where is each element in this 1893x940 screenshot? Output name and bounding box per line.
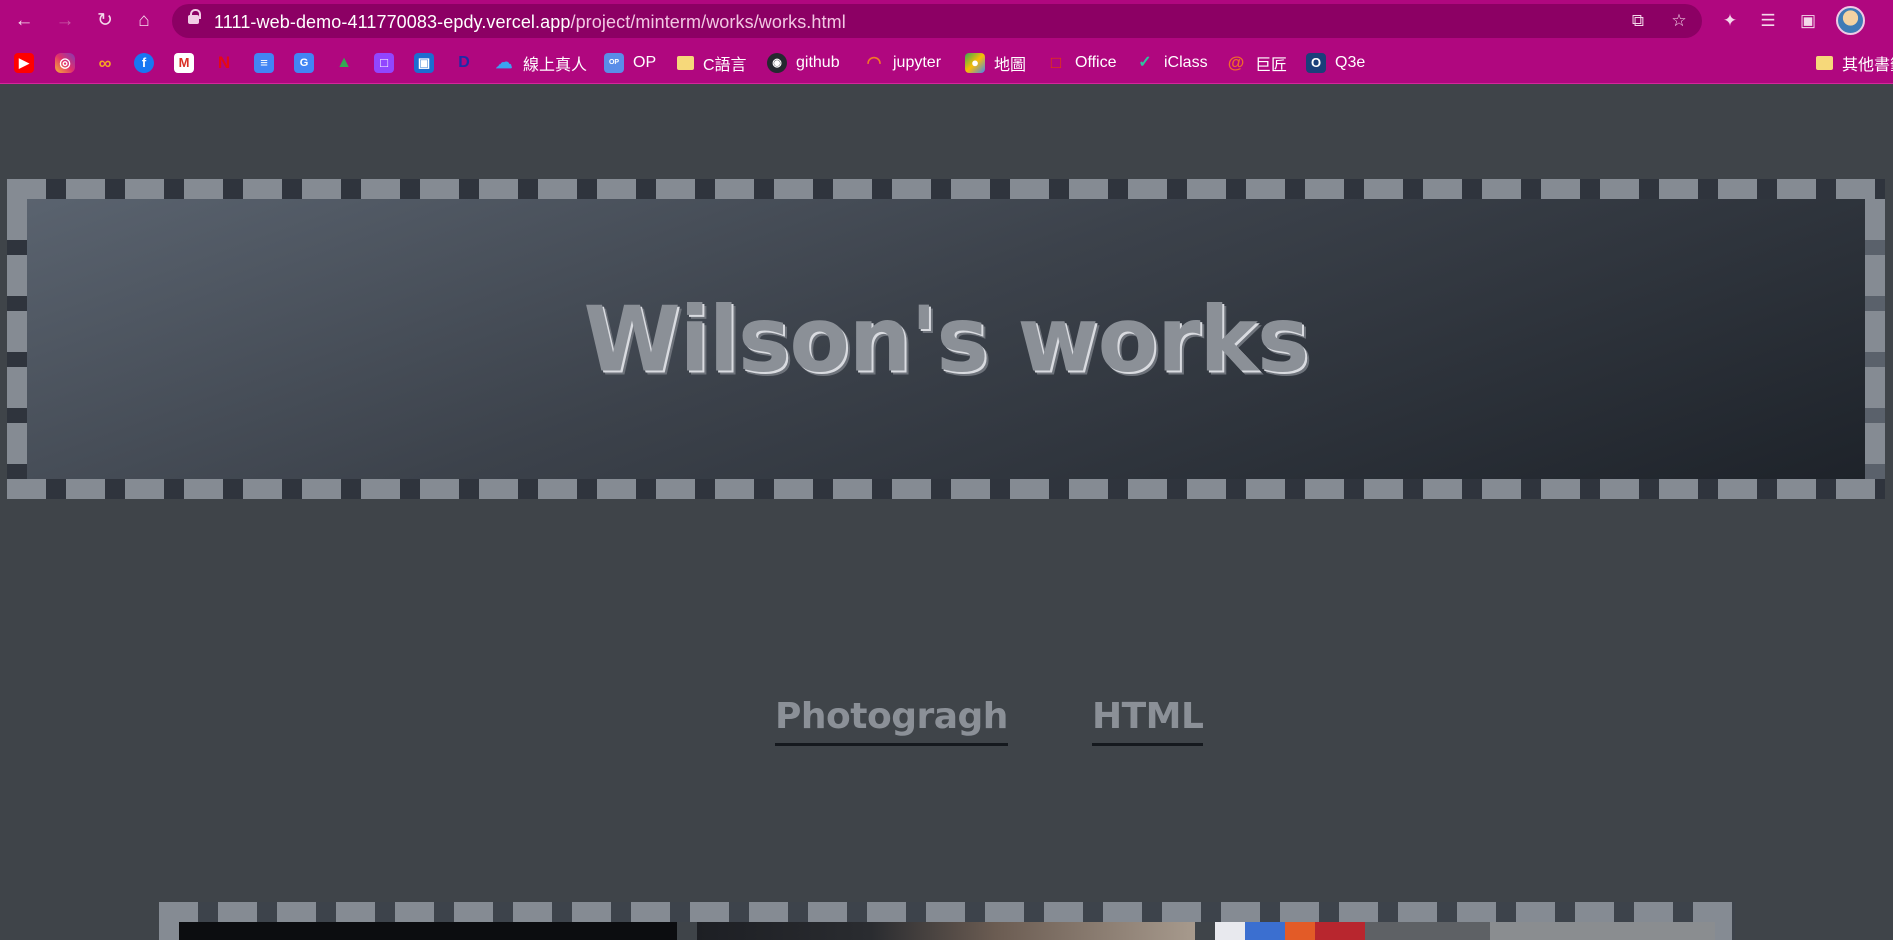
bookmark-label: Q3e [1335, 54, 1366, 71]
lock-icon [188, 9, 201, 24]
url-host: 1111-web-demo-411770083-epdy.vercel.app [214, 12, 571, 32]
page-title: Wilson's works [583, 286, 1310, 392]
bookmark-infinity[interactable]: ∞ [95, 51, 115, 75]
frame-border [7, 199, 27, 479]
frame-border [1865, 199, 1885, 479]
iclass-icon: ✓ [1138, 54, 1152, 71]
gmail-icon: M [174, 53, 194, 73]
bookmark-c-folder[interactable]: C語言 [677, 51, 747, 75]
browser-toolbar: ← → ↻ ⌂ 1111-web-demo-411770083-epdy.ver… [0, 0, 1893, 42]
app-icon: ▣ [414, 53, 434, 73]
bookmark-gmail[interactable]: M [174, 51, 194, 75]
bookmark-spiral[interactable]: @ 巨匠 [1226, 51, 1287, 75]
bookmark-maps[interactable]: ● 地圖 [965, 51, 1026, 75]
bookmark-drive[interactable]: ▲ [334, 51, 354, 75]
bookmark-q3e[interactable]: O Q3e [1306, 51, 1365, 75]
spiral-icon: @ [1227, 53, 1245, 72]
youtube-icon: ▶ [14, 53, 34, 73]
bookmark-label: 巨匠 [1255, 57, 1288, 74]
gallery-photo[interactable] [179, 922, 677, 940]
bookmark-docs[interactable]: ≡ [254, 51, 274, 75]
forward-icon[interactable]: → [52, 8, 78, 34]
netflix-icon: N [217, 53, 231, 72]
media-queue-icon[interactable]: ☰ [1756, 9, 1780, 33]
side-panel-icon[interactable]: ▣ [1796, 9, 1820, 33]
bookmark-label: github [796, 54, 840, 71]
bookmarks-bar: ▶ ◎ ∞ f M N ≡ G ▲ □ ▣ D ☁ 線上真人 OP OP C語言 ◉… [0, 42, 1893, 84]
bookmark-label: 其他書籤 [1842, 57, 1893, 74]
bookmark-github[interactable]: ◉ github [767, 51, 840, 75]
bookmark-jupyter[interactable]: ◠ jupyter [864, 51, 941, 75]
bookmark-label: jupyter [893, 54, 942, 71]
op-icon: OP [604, 53, 624, 73]
nav-link-photograph[interactable]: Photogragh [775, 696, 1008, 746]
nav-link-html[interactable]: HTML [1092, 696, 1204, 746]
address-bar[interactable]: 1111-web-demo-411770083-epdy.vercel.app/… [172, 4, 1702, 38]
gallery-grid [179, 922, 1715, 940]
folder-icon [1816, 56, 1833, 70]
reload-icon[interactable]: ↻ [92, 8, 118, 34]
header-frame: Wilson's works [7, 179, 1885, 499]
github-icon: ◉ [767, 53, 787, 73]
cloud-icon: ☁ [495, 53, 513, 72]
share-icon[interactable]: ⧉ [1627, 10, 1649, 32]
star-icon[interactable]: ☆ [1668, 10, 1690, 32]
bookmark-instagram[interactable]: ◎ [55, 51, 75, 75]
disney-icon: D [458, 54, 470, 71]
extensions-icon[interactable]: ✦ [1718, 9, 1742, 33]
bookmark-iclass[interactable]: ✓ iClass [1135, 51, 1208, 75]
bookmark-app[interactable]: ▣ [414, 51, 434, 75]
frame-border [7, 479, 1885, 499]
header-banner: Wilson's works [27, 199, 1865, 479]
bookmark-label: iClass [1164, 54, 1208, 71]
q3e-icon: O [1306, 53, 1326, 73]
bookmark-label: OP [633, 54, 657, 71]
twitch-icon: □ [374, 53, 394, 73]
gallery-frame [159, 902, 1735, 940]
home-icon[interactable]: ⌂ [131, 8, 157, 34]
folder-icon [677, 56, 694, 70]
bookmark-label: C語言 [703, 57, 747, 74]
bookmark-translate[interactable]: G [294, 51, 314, 75]
google-drive-icon: ▲ [336, 54, 352, 71]
maps-icon: ● [965, 53, 985, 73]
google-docs-icon: ≡ [254, 53, 274, 73]
bookmark-netflix[interactable]: N [214, 51, 234, 75]
browser-chrome: ← → ↻ ⌂ 1111-web-demo-411770083-epdy.ver… [0, 0, 1893, 84]
bookmark-youtube[interactable]: ▶ [14, 51, 34, 75]
bookmark-disney[interactable]: D [454, 51, 474, 75]
bookmark-twitch[interactable]: □ [374, 51, 394, 75]
bookmark-office[interactable]: □ Office [1046, 51, 1117, 75]
bookmark-label: 線上真人 [523, 57, 588, 74]
works-nav: Photogragh HTML [0, 696, 1893, 748]
translate-icon: G [294, 53, 314, 73]
infinity-icon: ∞ [98, 53, 112, 73]
url-text[interactable]: 1111-web-demo-411770083-epdy.vercel.app/… [214, 12, 846, 33]
frame-border [7, 179, 1885, 199]
facebook-icon: f [134, 53, 154, 73]
bookmark-op[interactable]: OP OP [604, 51, 656, 75]
bookmark-cloud[interactable]: ☁ 線上真人 [494, 51, 588, 75]
profile-avatar[interactable] [1836, 6, 1865, 35]
bookmark-other-folder[interactable]: 其他書籤 [1816, 51, 1893, 75]
instagram-icon: ◎ [55, 53, 75, 73]
office-icon: □ [1050, 53, 1062, 72]
bookmark-facebook[interactable]: f [134, 51, 154, 75]
gallery-photo[interactable] [697, 922, 1195, 940]
bookmark-label: Office [1075, 54, 1117, 71]
gallery-photo[interactable] [1215, 922, 1715, 940]
jupyter-icon: ◠ [866, 53, 882, 72]
bookmark-label: 地圖 [994, 57, 1027, 74]
url-path: /project/minterm/works/works.html [570, 12, 846, 32]
back-icon[interactable]: ← [11, 8, 37, 34]
